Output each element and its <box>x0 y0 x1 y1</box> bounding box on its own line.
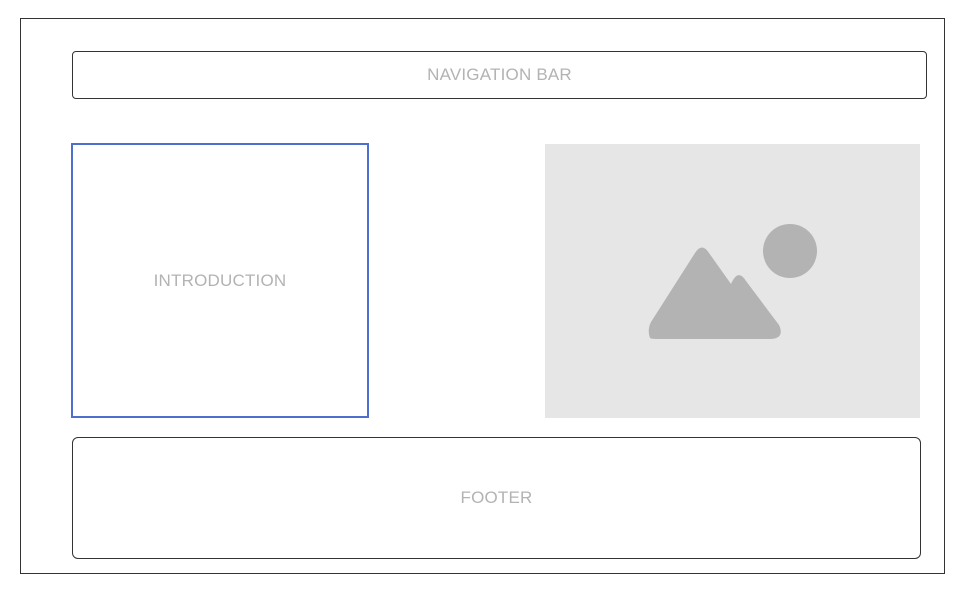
mountain-icon <box>648 247 781 339</box>
introduction-block[interactable]: INTRODUCTION <box>71 143 369 418</box>
footer-block[interactable]: FOOTER <box>72 437 921 559</box>
image-placeholder-icon <box>648 224 817 339</box>
footer-label: FOOTER <box>460 488 533 507</box>
introduction-label: INTRODUCTION <box>153 270 287 290</box>
image-placeholder[interactable] <box>545 144 920 418</box>
navigation-bar-label: NAVIGATION BAR <box>427 65 572 84</box>
navigation-bar-block[interactable]: NAVIGATION BAR <box>72 51 927 99</box>
sun-icon <box>763 224 817 278</box>
